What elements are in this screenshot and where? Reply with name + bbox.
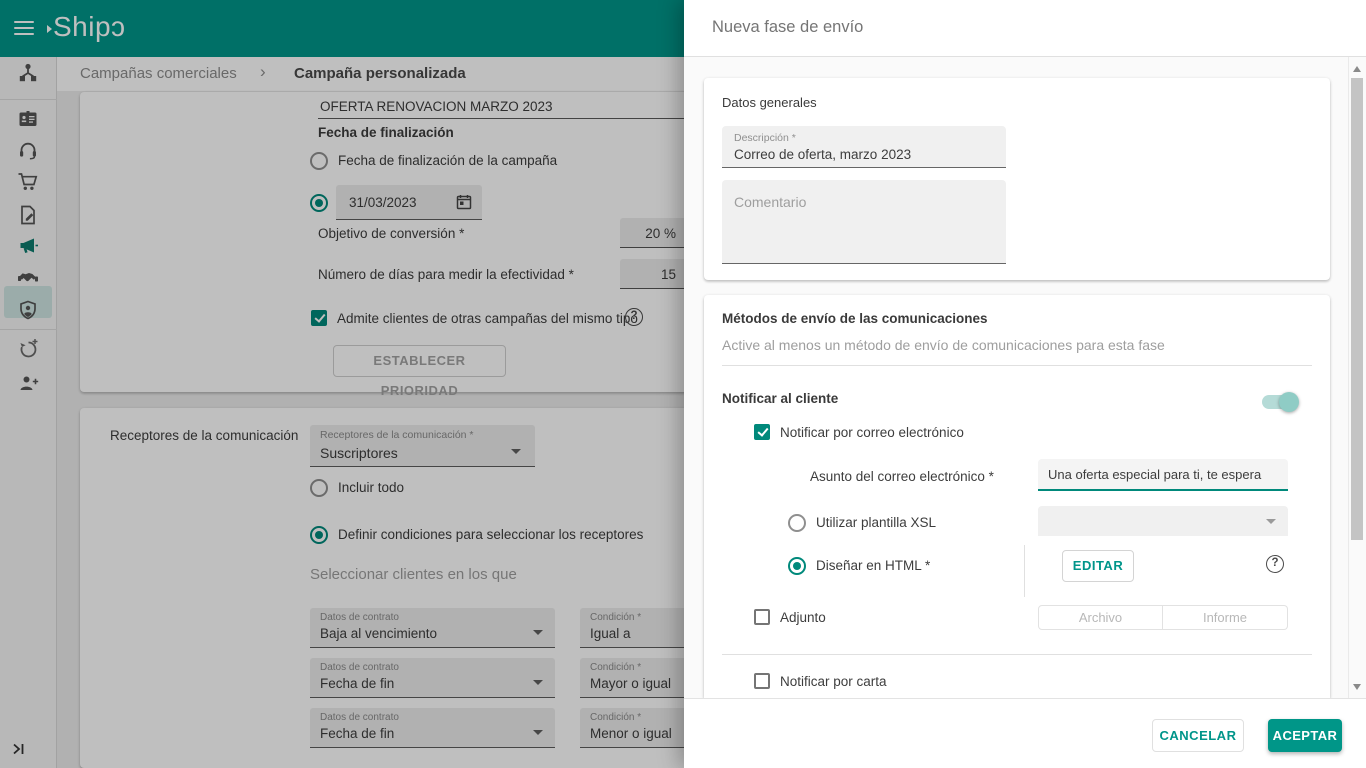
accept-button[interactable]: ACEPTAR	[1268, 719, 1342, 752]
drawer-footer: CANCELAR ACEPTAR	[684, 698, 1366, 768]
design-html-label[interactable]: Diseñar en HTML *	[816, 558, 930, 573]
notify-client-label: Notificar al cliente	[722, 391, 839, 406]
modal-overlay[interactable]	[0, 0, 684, 768]
attachment-file-button[interactable]: Archivo	[1038, 605, 1163, 630]
general-data-title: Datos generales	[722, 95, 817, 110]
vertical-divider	[1024, 545, 1025, 597]
attachment-checkbox[interactable]	[754, 609, 770, 625]
scrollbar-thumb[interactable]	[1351, 78, 1363, 540]
xsl-template-select[interactable]	[1038, 506, 1288, 536]
xsl-template-radio[interactable]	[788, 514, 806, 532]
comment-placeholder: Comentario	[734, 194, 807, 210]
description-label: Descripción *	[734, 132, 796, 144]
divider	[722, 654, 1312, 655]
email-subject-label: Asunto del correo electrónico *	[810, 469, 994, 484]
comment-textarea[interactable]: Comentario	[722, 180, 1006, 264]
attachment-label[interactable]: Adjunto	[780, 610, 826, 625]
scroll-down-icon[interactable]	[1353, 684, 1361, 690]
cancel-button[interactable]: CANCELAR	[1152, 719, 1244, 752]
divider	[722, 365, 1312, 366]
description-value[interactable]: Correo de oferta, marzo 2023	[734, 147, 911, 162]
send-methods-title: Métodos de envío de las comunicaciones	[722, 311, 988, 326]
send-methods-card: Métodos de envío de las comunicaciones A…	[704, 295, 1330, 698]
notify-email-label[interactable]: Notificar por correo electrónico	[780, 425, 964, 440]
send-methods-hint: Active al menos un método de envío de co…	[722, 337, 1165, 353]
xsl-template-label[interactable]: Utilizar plantilla XSL	[816, 515, 936, 530]
notify-email-checkbox[interactable]	[754, 424, 770, 440]
help-icon[interactable]: ?	[1266, 555, 1284, 573]
application-root: Shipɔ Campañas comerciales › Campaña per…	[0, 0, 1366, 768]
general-data-card: Datos generales Descripción * Correo de …	[704, 78, 1330, 280]
chevron-down-icon	[1266, 519, 1276, 524]
attachment-report-button[interactable]: Informe	[1163, 605, 1288, 630]
edit-html-button[interactable]: EDITAR	[1062, 550, 1134, 582]
notify-letter-checkbox[interactable]	[754, 673, 770, 689]
drawer-title: Nueva fase de envío	[712, 18, 864, 36]
email-subject-value[interactable]: Una oferta especial para ti, te espera	[1048, 467, 1261, 482]
notify-letter-label[interactable]: Notificar por carta	[780, 674, 887, 689]
description-field[interactable]: Descripción * Correo de oferta, marzo 20…	[722, 126, 1006, 168]
design-html-radio[interactable]	[788, 557, 806, 575]
scroll-up-icon[interactable]	[1353, 66, 1361, 72]
new-phase-drawer: Nueva fase de envío Datos generales Desc…	[684, 0, 1366, 768]
drawer-body: Datos generales Descripción * Correo de …	[684, 57, 1348, 698]
email-subject-input[interactable]: Una oferta especial para ti, te espera	[1038, 459, 1288, 491]
